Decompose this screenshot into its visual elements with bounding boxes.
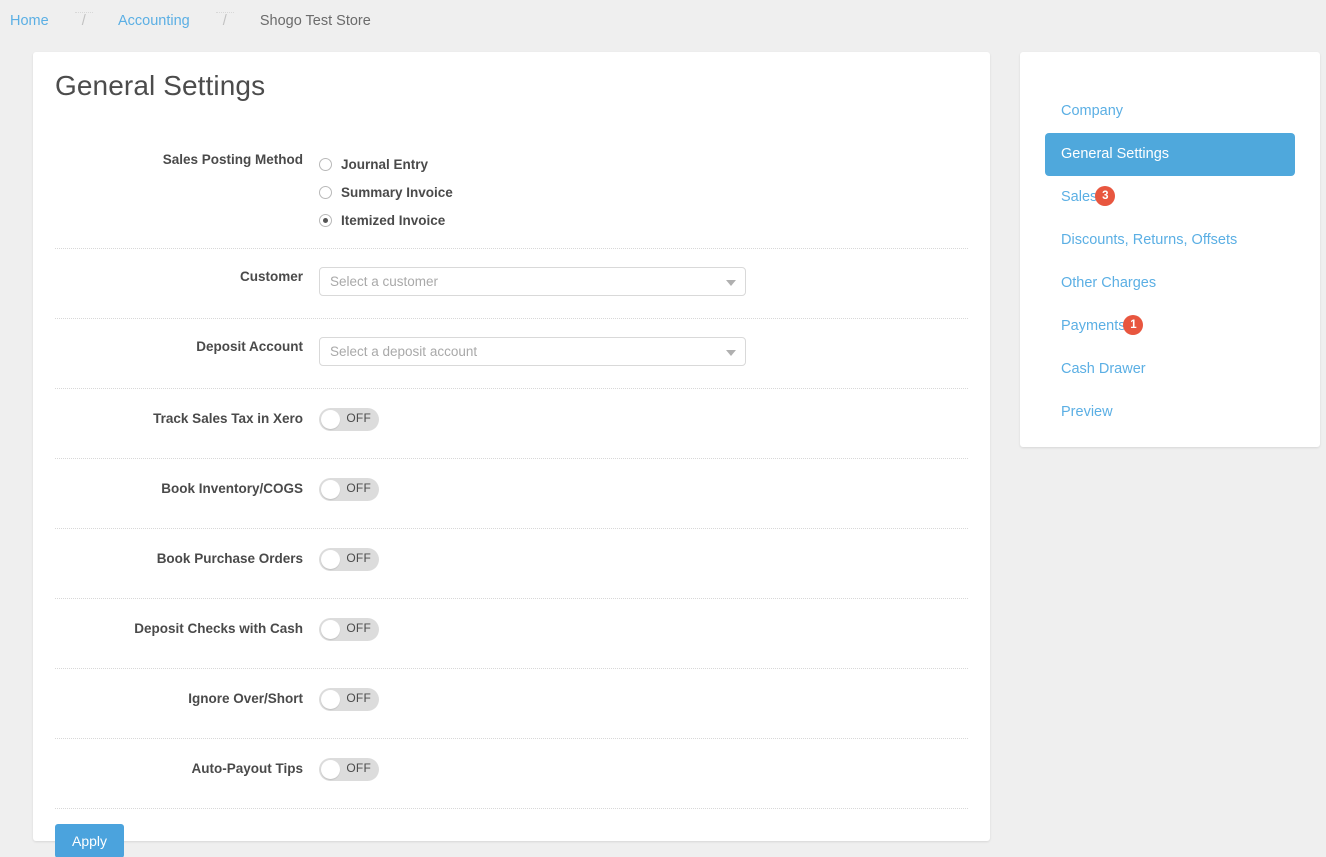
settings-nav: Company General Settings Sales 3 Discount… [1020, 52, 1320, 434]
toggle-state-label: OFF [346, 761, 371, 775]
radio-label: Summary Invoice [341, 184, 453, 200]
sidebar-item-sales[interactable]: Sales 3 [1045, 176, 1295, 219]
book-inventory-cogs-toggle[interactable]: OFF [319, 478, 379, 501]
breadcrumb-separator: / [215, 12, 234, 29]
auto-payout-tips-label: Auto-Payout Tips [191, 761, 303, 776]
form-row-deposit-checks-with-cash: Deposit Checks with Cash OFF [33, 599, 990, 668]
deposit-account-select-placeholder: Select a deposit account [330, 344, 478, 359]
breadcrumb: Home / Accounting / Shogo Test Store [10, 12, 371, 29]
sidebar-item-preview[interactable]: Preview [1045, 391, 1295, 434]
toggle-state-label: OFF [346, 691, 371, 705]
toggle-state-label: OFF [346, 411, 371, 425]
sidebar-item-other-charges[interactable]: Other Charges [1045, 262, 1295, 305]
radio-label: Itemized Invoice [341, 212, 446, 228]
sidebar-item-discounts-returns-offsets[interactable]: Discounts, Returns, Offsets [1045, 219, 1295, 262]
toggle-knob [321, 690, 340, 709]
sidebar-item-company[interactable]: Company [1045, 90, 1295, 133]
form-row-deposit-account: Deposit Account Select a deposit account [33, 319, 990, 388]
settings-form: Sales Posting Method Journal Entry Summa… [33, 148, 990, 857]
sidebar-item-payments[interactable]: Payments 1 [1045, 305, 1295, 348]
breadcrumb-item-home[interactable]: Home [10, 13, 49, 29]
book-purchase-orders-label: Book Purchase Orders [156, 551, 303, 566]
sidebar-badge-sales: 3 [1095, 186, 1116, 207]
toggle-state-label: OFF [346, 621, 371, 635]
book-inventory-cogs-label: Book Inventory/COGS [161, 481, 303, 496]
sidebar-item-label: Other Charges [1061, 275, 1157, 291]
sidebar-item-label: General Settings [1061, 146, 1170, 162]
sidebar-item-label: Company [1061, 103, 1124, 119]
customer-label: Customer [239, 269, 303, 284]
deposit-checks-with-cash-label: Deposit Checks with Cash [134, 621, 303, 636]
sidebar-item-label: Sales [1061, 189, 1098, 205]
deposit-checks-with-cash-toggle[interactable]: OFF [319, 618, 379, 641]
chevron-down-icon[interactable] [726, 349, 736, 356]
sidebar-badge-payments: 1 [1123, 315, 1144, 336]
row-divider [55, 808, 968, 809]
toggle-knob [321, 550, 340, 569]
radio-icon[interactable] [319, 157, 332, 171]
ignore-over-short-toggle[interactable]: OFF [319, 688, 379, 711]
form-row-book-purchase-orders: Book Purchase Orders OFF [33, 529, 990, 598]
radio-icon-selected[interactable] [319, 213, 332, 227]
sidebar-item-label: Preview [1061, 404, 1113, 420]
toggle-knob [321, 620, 340, 639]
book-purchase-orders-toggle[interactable]: OFF [319, 548, 379, 571]
track-sales-tax-toggle[interactable]: OFF [319, 408, 379, 431]
sidebar-item-cash-drawer[interactable]: Cash Drawer [1045, 348, 1295, 391]
customer-select-placeholder: Select a customer [330, 274, 439, 289]
auto-payout-tips-toggle[interactable]: OFF [319, 758, 379, 781]
toggle-state-label: OFF [346, 481, 371, 495]
breadcrumb-item-current: Shogo Test Store [259, 13, 371, 29]
form-row-ignore-over-short: Ignore Over/Short OFF [33, 669, 990, 738]
apply-button[interactable]: Apply [55, 824, 125, 857]
sidebar-item-label: Cash Drawer [1061, 361, 1146, 377]
form-row-sales-posting-method: Sales Posting Method Journal Entry Summa… [33, 148, 990, 248]
customer-select[interactable]: Select a customer [319, 267, 746, 296]
breadcrumb-separator: / [74, 12, 93, 29]
toggle-knob [321, 410, 340, 429]
form-row-auto-payout-tips: Auto-Payout Tips OFF [33, 739, 990, 808]
sidebar-item-label: Payments [1061, 318, 1126, 334]
settings-nav-card: Company General Settings Sales 3 Discount… [1020, 52, 1320, 447]
toggle-knob [321, 480, 340, 499]
track-sales-tax-label: Track Sales Tax in Xero [153, 411, 303, 426]
toggle-knob [321, 760, 340, 779]
sales-posting-method-label: Sales Posting Method [162, 152, 303, 167]
radio-label: Journal Entry [341, 156, 429, 172]
app-page: Home / Accounting / Shogo Test Store Gen… [0, 0, 1326, 857]
page-title: General Settings [55, 70, 266, 101]
chevron-down-icon[interactable] [726, 279, 736, 286]
general-settings-card: General Settings Sales Posting Method Jo… [33, 52, 990, 857]
deposit-account-label: Deposit Account [196, 339, 303, 354]
deposit-account-select[interactable]: Select a deposit account [319, 337, 746, 366]
sidebar-item-general-settings[interactable]: General Settings [1045, 133, 1295, 176]
form-row-customer: Customer Select a customer [33, 249, 990, 318]
ignore-over-short-label: Ignore Over/Short [188, 691, 303, 706]
breadcrumb-item-accounting[interactable]: Accounting [118, 13, 190, 29]
toggle-state-label: OFF [346, 551, 371, 565]
form-row-book-inventory-cogs: Book Inventory/COGS OFF [33, 459, 990, 528]
sales-posting-method-radio-group: Journal Entry Summary Invoice Itemized I… [319, 148, 990, 234]
radio-journal-entry[interactable]: Journal Entry [319, 150, 990, 178]
radio-icon[interactable] [319, 185, 332, 199]
sidebar-item-label: Discounts, Returns, Offsets [1061, 232, 1238, 248]
radio-summary-invoice[interactable]: Summary Invoice [319, 178, 990, 206]
form-row-track-sales-tax: Track Sales Tax in Xero OFF [33, 389, 990, 458]
radio-itemized-invoice[interactable]: Itemized Invoice [319, 206, 990, 234]
